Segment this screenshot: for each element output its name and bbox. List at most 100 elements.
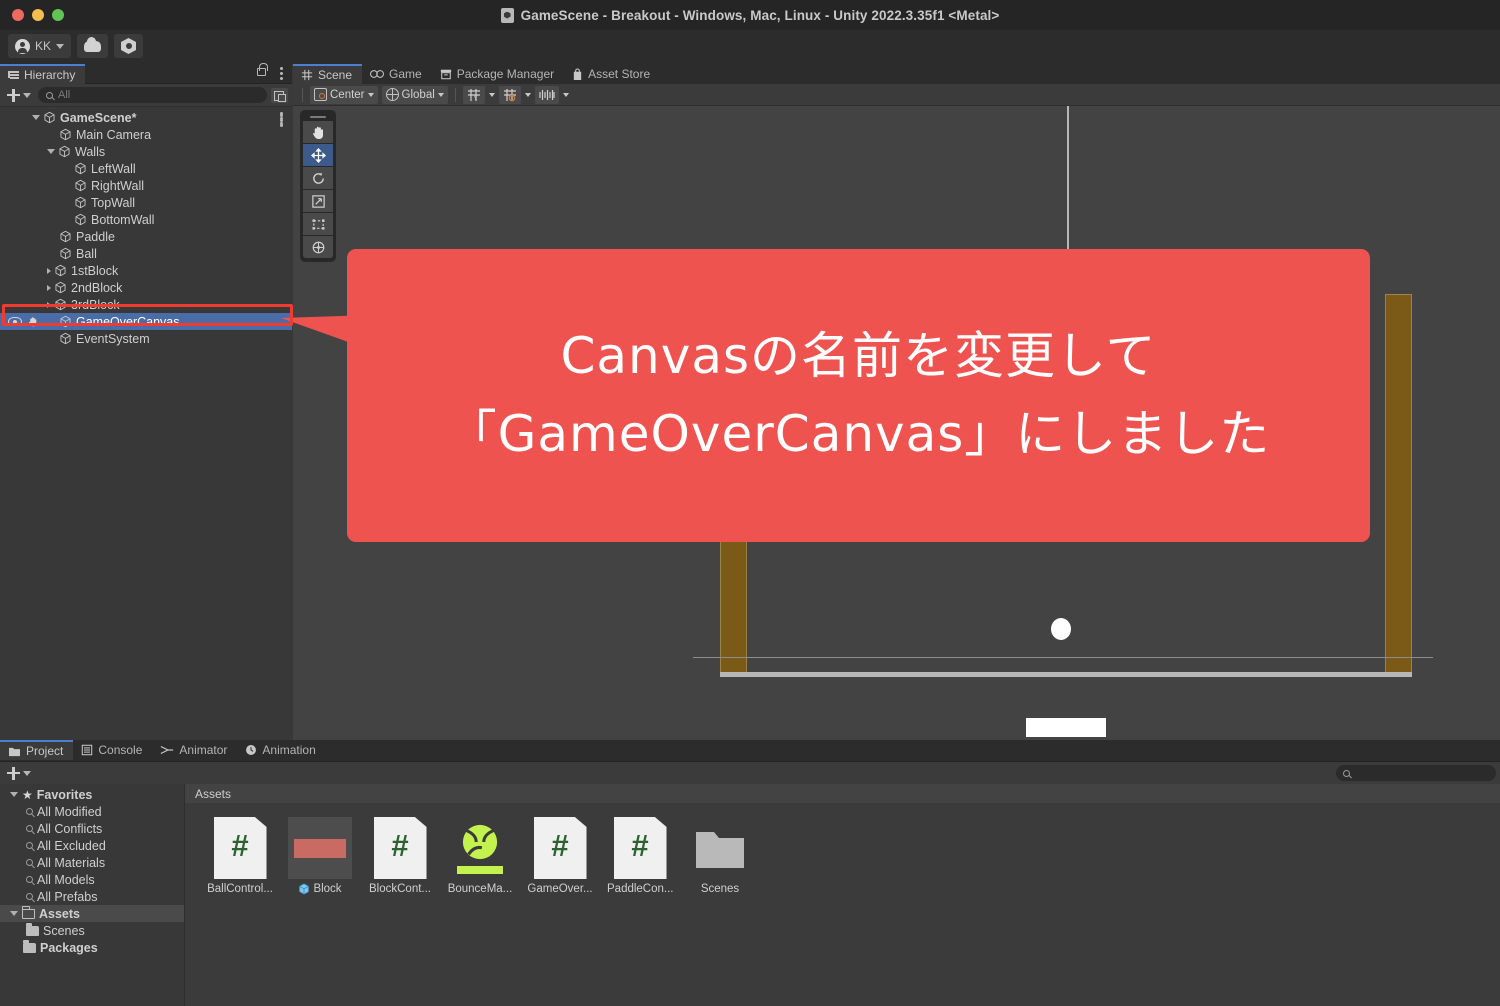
disclosure-arrow-closed-icon[interactable] (47, 267, 51, 274)
hierarchy-item-2ndblock[interactable]: 2ndBlock (0, 279, 292, 296)
chevron-down-icon[interactable] (562, 92, 569, 97)
disclosure-arrow-open-icon[interactable] (47, 149, 55, 154)
search-icon (26, 842, 33, 849)
hierarchy-search-input[interactable]: All (38, 87, 267, 103)
hierarchy-item-walls[interactable]: Walls (0, 143, 292, 160)
chevron-down-icon[interactable] (524, 92, 531, 97)
hierarchy-item-eventsystem[interactable]: EventSystem (0, 330, 292, 347)
tab-scene[interactable]: Scene (293, 64, 363, 84)
project-search-input[interactable] (1336, 765, 1496, 781)
hierarchy-item-ball[interactable]: Ball (0, 245, 292, 262)
asset-item-prefab[interactable]: Block (287, 817, 353, 895)
hierarchy-item-label: 1stBlock (71, 263, 119, 278)
tab-asset-store[interactable]: Asset Store (564, 64, 660, 84)
hand-tool-button[interactable] (303, 121, 333, 143)
hierarchy-search-mode-button[interactable] (271, 87, 288, 103)
bottom-wall-object[interactable] (720, 672, 1412, 677)
hierarchy-item-main-camera[interactable]: Main Camera (0, 126, 292, 143)
hierarchy-item-topwall[interactable]: TopWall (0, 194, 292, 211)
project-sidebar-item-all-models[interactable]: All Models (0, 871, 184, 888)
disclosure-arrow-open-icon[interactable] (32, 115, 40, 120)
disclosure-arrow-closed-icon[interactable] (47, 284, 51, 291)
plus-icon (7, 88, 20, 102)
canvas-bounds-guide-horizontal (693, 657, 1433, 658)
scale-tool-button[interactable] (303, 190, 333, 212)
create-asset-button[interactable] (4, 766, 34, 780)
project-sidebar-item-all-modified[interactable]: All Modified (0, 803, 184, 820)
hierarchy-item-bottomwall[interactable]: BottomWall (0, 211, 292, 228)
gameobject-cube-icon (59, 332, 72, 345)
paddle-object[interactable] (1026, 718, 1106, 737)
toolbar-divider (454, 87, 456, 102)
ball-object[interactable] (1051, 618, 1071, 640)
hierarchy-item-leftwall[interactable]: LeftWall (0, 160, 292, 177)
hierarchy-item-label: EventSystem (76, 331, 150, 346)
chevron-down-icon (23, 92, 31, 98)
tab-console[interactable]: Console (73, 740, 152, 760)
csharp-script-icon: # (533, 817, 587, 879)
project-sidebar-item-scenes[interactable]: Scenes (0, 922, 184, 939)
prefab-cube-icon (298, 883, 310, 895)
grid-axis-button[interactable]: Y (462, 85, 485, 104)
asset-label: BlockCont... (369, 883, 431, 895)
account-button[interactable]: KK (8, 34, 72, 58)
project-sidebar-item-assets[interactable]: Assets (0, 905, 184, 922)
grid-visibility-button[interactable] (534, 85, 559, 104)
handle-rotation-dropdown[interactable]: Global (381, 85, 448, 104)
project-sidebar-item-packages[interactable]: Packages (0, 939, 184, 956)
project-sidebar-item-all-prefabs[interactable]: All Prefabs (0, 888, 184, 905)
lock-icon[interactable] (257, 63, 268, 76)
search-icon (26, 859, 33, 866)
project-sidebar-item-all-materials[interactable]: All Materials (0, 854, 184, 871)
asset-item-csharp-script[interactable]: # PaddleCon... (607, 817, 673, 895)
tab-animator[interactable]: Animator (152, 740, 237, 760)
window-title-bar-text: GameScene - Breakout - Windows, Mac, Lin… (0, 0, 1500, 30)
rotate-tool-button[interactable] (303, 167, 333, 189)
account-label: KK (35, 39, 52, 53)
pivot-center-icon (314, 88, 327, 101)
project-sidebar-item-favorites[interactable]: ★ Favorites (0, 786, 184, 803)
project-sidebar-label: All Models (37, 872, 95, 887)
asset-item-physics-material[interactable]: BounceMa... (447, 817, 513, 895)
move-arrows-icon (310, 147, 326, 163)
right-wall-object[interactable] (1385, 294, 1412, 674)
chevron-down-icon (23, 770, 31, 776)
hierarchy-item-gamescene[interactable]: GameScene* (0, 109, 292, 126)
hierarchy-item-paddle[interactable]: Paddle (0, 228, 292, 245)
project-sidebar-item-all-conflicts[interactable]: All Conflicts (0, 820, 184, 837)
gameobject-cube-icon (59, 230, 72, 243)
tab-project[interactable]: Project (0, 740, 74, 760)
pivot-mode-dropdown[interactable]: Center (310, 85, 378, 104)
window-title: GameScene - Breakout - Windows, Mac, Lin… (520, 7, 1000, 23)
hierarchy-toolbar: All (0, 84, 292, 107)
hierarchy-item-1stblock[interactable]: 1stBlock (0, 262, 292, 279)
asset-item-folder[interactable]: Scenes (687, 817, 753, 895)
kebab-menu-icon[interactable] (280, 67, 284, 82)
tab-game[interactable]: Game (362, 64, 432, 84)
search-icon (46, 91, 53, 99)
folder-icon (23, 940, 36, 953)
transform-tool-button[interactable] (303, 236, 333, 258)
project-toolbar (0, 762, 1500, 784)
asset-item-csharp-script[interactable]: # BallControl... (207, 817, 273, 895)
tab-package-manager[interactable]: Package Manager (432, 64, 564, 84)
create-gameobject-button[interactable] (4, 88, 34, 102)
cloud-button[interactable] (77, 34, 109, 58)
hierarchy-item-rightwall[interactable]: RightWall (0, 177, 292, 194)
move-tool-button[interactable] (303, 144, 333, 166)
scene-context-menu-icon[interactable] (280, 114, 284, 129)
disclosure-arrow-open-icon[interactable] (10, 911, 18, 916)
tab-hierarchy[interactable]: Hierarchy (0, 64, 86, 84)
chevron-down-icon[interactable] (488, 92, 495, 97)
rect-tool-button[interactable] (303, 213, 333, 235)
palette-drag-handle[interactable] (303, 114, 333, 120)
disclosure-arrow-open-icon[interactable] (10, 792, 18, 797)
tab-animation[interactable]: Animation (237, 740, 325, 760)
asset-item-csharp-script[interactable]: # GameOver... (527, 817, 593, 895)
asset-item-csharp-script[interactable]: # BlockCont... (367, 817, 433, 895)
project-sidebar-item-all-excluded[interactable]: All Excluded (0, 837, 184, 854)
tab-label: Project (26, 744, 64, 758)
breadcrumb: Assets (185, 784, 1500, 803)
snap-increment-button[interactable] (498, 85, 521, 104)
services-settings-button[interactable] (114, 34, 144, 58)
